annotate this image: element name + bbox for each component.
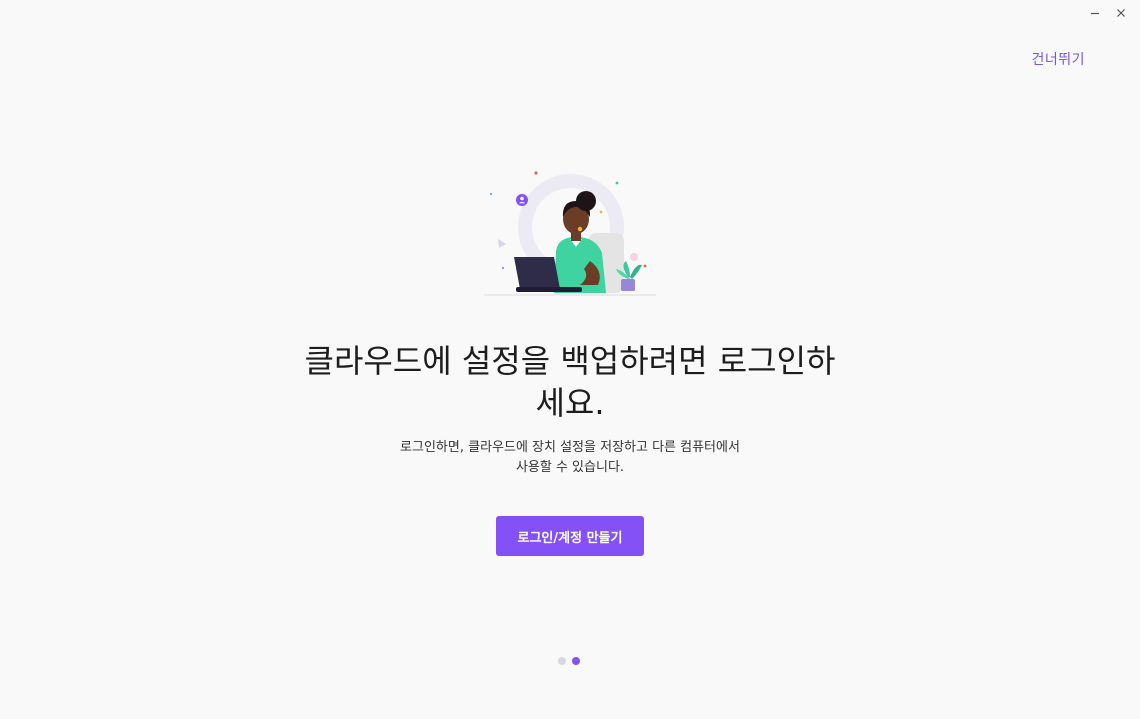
page-title: 클라우드에 설정을 백업하려면 로그인하 세요. (270, 340, 870, 424)
window-controls (1082, 2, 1134, 24)
minimize-button[interactable] (1082, 2, 1108, 24)
app-window: 건너뛰기 클라우드에 설정을 백업하려면 로그인하 세요. 로그인하면, 클라우… (0, 0, 1140, 719)
person-with-laptop-illustration (484, 171, 656, 296)
minimize-icon (1091, 12, 1099, 15)
page-description-line2: 사용할 수 있습니다. (515, 460, 625, 475)
sign-in-create-account-button[interactable]: 로그인/계정 만들기 (496, 516, 644, 556)
page-title-line1: 클라우드에 설정을 백업하려면 로그인하 (304, 342, 836, 380)
close-button[interactable] (1108, 2, 1134, 24)
page-indicator-dot-1[interactable] (558, 657, 566, 665)
page-indicator (558, 657, 580, 665)
page-description: 로그인하면, 클라우드에 장치 설정을 저장하고 다른 컴퓨터에서 사용할 수 … (345, 438, 795, 478)
page-title-line2: 세요. (535, 384, 605, 422)
skip-link[interactable]: 건너뛰기 (1031, 49, 1085, 69)
page-description-line1: 로그인하면, 클라우드에 장치 설정을 저장하고 다른 컴퓨터에서 (400, 440, 740, 455)
close-icon (1117, 9, 1125, 17)
page-indicator-dot-2[interactable] (572, 657, 580, 665)
